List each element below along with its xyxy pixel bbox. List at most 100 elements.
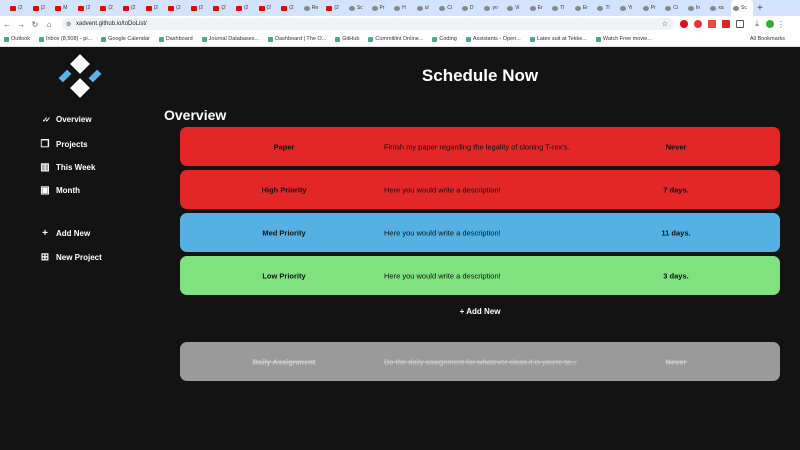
- sidebar-item-add-new[interactable]: + Add New: [40, 228, 90, 239]
- bookmark-item[interactable]: Dashboard | The O...: [268, 36, 326, 42]
- bookmark-favicon-icon: [595, 36, 601, 42]
- calendar-icon: ▣: [40, 185, 50, 196]
- browser-tab[interactable]: xa: [708, 0, 731, 16]
- tab-title: (2: [40, 5, 46, 11]
- bookmark-item[interactable]: Latex suit at Tekke...: [529, 36, 587, 42]
- bookmark-item[interactable]: Google Calendar: [101, 36, 150, 42]
- browser-tab[interactable]: Re: [302, 0, 325, 16]
- tab-title: Sc: [356, 5, 363, 11]
- new-tab-button[interactable]: +: [757, 3, 763, 14]
- url-input[interactable]: xadvent.github.io/toDoList/ ☆: [62, 18, 674, 30]
- browser-tab[interactable]: (2: [31, 0, 54, 16]
- plus-icon: +: [42, 228, 48, 239]
- forward-icon[interactable]: →: [14, 20, 28, 29]
- tab-favicon-icon: [213, 5, 220, 11]
- browser-tab[interactable]: (2: [279, 0, 302, 16]
- all-bookmarks-button[interactable]: All Bookmarks: [750, 36, 785, 42]
- browser-tab[interactable]: (2: [98, 0, 121, 16]
- sidebar-item-projects[interactable]: ❐ Projects: [40, 139, 88, 150]
- bookmark-item[interactable]: Dashboard: [158, 36, 193, 42]
- tab-favicon-icon: [574, 5, 581, 11]
- add-new-button[interactable]: + Add New: [180, 307, 780, 316]
- browser-tab[interactable]: Pr: [641, 0, 664, 16]
- browser-tab[interactable]: In: [686, 0, 709, 16]
- extension-icon[interactable]: [694, 20, 702, 28]
- task-card[interactable]: Daily Assignment Do the daily assignment …: [180, 342, 780, 381]
- home-icon[interactable]: ⌂: [42, 20, 56, 29]
- browser-tab[interactable]: (2: [234, 0, 257, 16]
- bookmark-item[interactable]: Commitlint Online...: [368, 36, 423, 42]
- star-icon[interactable]: ☆: [662, 20, 668, 28]
- back-icon[interactable]: ←: [0, 20, 14, 29]
- browser-tab[interactable]: (2: [211, 0, 234, 16]
- browser-tab[interactable]: (2: [257, 0, 280, 16]
- browser-tab[interactable]: (2: [166, 0, 189, 16]
- task-card[interactable]: Paper Finish my paper regarding the legal…: [180, 127, 780, 166]
- tab-title: Er: [582, 5, 588, 11]
- tab-favicon-icon: [10, 5, 16, 11]
- browser-tab[interactable]: Sc: [731, 0, 753, 16]
- sidebar-item-label: Overview: [56, 115, 92, 124]
- extensions-puzzle-icon[interactable]: [736, 20, 744, 28]
- tab-favicon-icon: [77, 5, 84, 11]
- browser-tab[interactable]: (2: [189, 0, 212, 16]
- bookmark-item[interactable]: Outlook: [4, 36, 30, 42]
- bookmark-item[interactable]: Coding: [432, 36, 457, 42]
- bookmark-item[interactable]: Assistants - Open...: [465, 36, 521, 42]
- tab-favicon-icon: [642, 5, 649, 11]
- bookmark-item[interactable]: Watch Free movie...: [595, 36, 652, 42]
- task-description: Here you would write a description!: [384, 271, 501, 280]
- url-text: xadvent.github.io/toDoList/: [76, 21, 147, 27]
- browser-tab[interactable]: Ci: [437, 0, 460, 16]
- browser-tab[interactable]: (2: [8, 0, 31, 16]
- extension-icon[interactable]: [708, 20, 716, 28]
- browser-tab[interactable]: ul: [415, 0, 438, 16]
- browser-tab[interactable]: Vi: [505, 0, 528, 16]
- browser-tab[interactable]: (2: [324, 0, 347, 16]
- extension-icon[interactable]: [722, 20, 730, 28]
- double-check-icon: ✓✓: [42, 116, 51, 124]
- browser-tab[interactable]: H: [392, 0, 415, 16]
- task-card[interactable]: High Priority Here you would write a desc…: [180, 170, 780, 209]
- browser-tab[interactable]: (2: [76, 0, 99, 16]
- browser-tab[interactable]: Sc: [347, 0, 370, 16]
- browser-tab[interactable]: Tl: [595, 0, 618, 16]
- task-card[interactable]: Low Priority Here you would write a descr…: [180, 256, 780, 295]
- bookmark-favicon-icon: [38, 36, 44, 42]
- sidebar-item-this-week[interactable]: ▥ This Week: [40, 162, 95, 173]
- profile-avatar[interactable]: [766, 20, 774, 28]
- bookmark-item[interactable]: Inbox (8,508) - pi...: [38, 36, 92, 42]
- bookmark-item[interactable]: GitHub: [335, 36, 359, 42]
- sidebar-item-label: This Week: [56, 163, 96, 172]
- browser-tab[interactable]: Er: [573, 0, 596, 16]
- browser-tab[interactable]: yo: [482, 0, 505, 16]
- browser-tab[interactable]: D: [460, 0, 483, 16]
- browser-tab[interactable]: Ci: [663, 0, 686, 16]
- sidebar-item-overview[interactable]: ✓✓ Overview: [40, 115, 92, 124]
- bookmark-label: Dashboard | The O...: [275, 36, 327, 42]
- task-name: Low Priority: [262, 271, 306, 280]
- tab-favicon-icon: [733, 5, 739, 11]
- sidebar-item-new-project[interactable]: ⊞ New Project: [40, 252, 102, 263]
- browser-tab[interactable]: Er: [528, 0, 551, 16]
- browser-tab[interactable]: (2: [144, 0, 167, 16]
- tab-favicon-icon: [303, 5, 310, 11]
- tab-favicon-icon: [235, 5, 242, 11]
- browser-tab[interactable]: Tl: [550, 0, 573, 16]
- task-card[interactable]: Med Priority Here you would write a descr…: [180, 213, 780, 252]
- bookmark-favicon-icon: [368, 36, 374, 42]
- browser-tab[interactable]: Yi: [618, 0, 641, 16]
- browser-tab[interactable]: M: [53, 0, 76, 16]
- download-icon[interactable]: ⤓: [750, 19, 764, 29]
- browser-tab[interactable]: Pr: [370, 0, 393, 16]
- tab-title: Ci: [447, 5, 453, 11]
- tab-favicon-icon: [32, 5, 39, 11]
- sidebar-item-month[interactable]: ▣ Month: [40, 185, 80, 196]
- tab-title: H: [402, 5, 406, 11]
- reload-icon[interactable]: ↻: [28, 20, 42, 29]
- extension-icon[interactable]: [680, 20, 688, 28]
- browser-tab[interactable]: (2: [121, 0, 144, 16]
- bookmark-label: Dashboard: [165, 36, 193, 42]
- bookmark-item[interactable]: Journal Databases...: [201, 36, 259, 42]
- menu-icon[interactable]: ⋮: [774, 20, 788, 29]
